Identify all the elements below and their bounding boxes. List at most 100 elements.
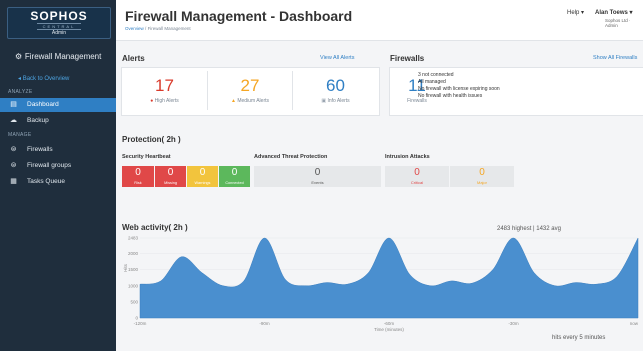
heartbeat-warnings-value: 0: [199, 167, 206, 178]
info-alerts-label: ▣ Info Alerts: [293, 98, 378, 104]
logo-admin: Admin: [51, 30, 67, 36]
sidebar: SOPHOS CENTRAL Admin ⚙ Firewall Manageme…: [0, 0, 116, 351]
user-menu[interactable]: Alan Toews ▾: [595, 9, 633, 16]
warning-icon: ▲: [230, 98, 236, 104]
atp-events-value: 0: [314, 167, 321, 178]
logo-brand: SOPHOS: [30, 9, 88, 23]
sidebar-item-label: Firewall groups: [27, 162, 72, 169]
ips-critical-tile[interactable]: 0 Critical: [385, 166, 449, 187]
heartbeat-connected-value: 0: [231, 167, 238, 178]
atp-title: Advanced Threat Protection: [254, 154, 328, 160]
chart-ytick-label: 0: [135, 316, 138, 321]
heartbeat-missing-label: Missing: [164, 181, 177, 185]
hits-note: hits every 5 minutes: [552, 335, 606, 341]
sidebar-item-tasks-queue[interactable]: ▦ Tasks Queue: [0, 175, 116, 189]
alert-high-icon: ●: [150, 98, 154, 104]
firewall-status-item: 3 not connected: [418, 72, 454, 78]
page-title: Firewall Management - Dashboard: [125, 8, 353, 24]
section-title: ⚙ Firewall Management: [0, 52, 116, 61]
view-all-alerts-link[interactable]: View All Alerts: [320, 55, 354, 61]
heartbeat-warnings-label: Warnings: [194, 181, 211, 185]
chart-xtick-label: now: [630, 321, 639, 326]
header: Firewall Management - Dashboard Overview…: [116, 0, 643, 41]
sidebar-item-backup[interactable]: ☁ Backup: [0, 114, 116, 128]
info-alerts-text: Info Alerts: [327, 98, 350, 104]
section-title-label: Firewall Management: [24, 52, 102, 61]
manage-label: MANAGE: [8, 132, 32, 138]
ips-major-label: Major: [476, 180, 487, 185]
firewall-status-list: 3 not connected All managed No firewall …: [418, 72, 500, 100]
sidebar-item-label: Tasks Queue: [27, 178, 65, 185]
logo-central: CENTRAL: [37, 23, 81, 30]
chart-xlabel: Time (minutes): [374, 327, 404, 332]
firewall-status-item: No firewall with health issues: [418, 93, 483, 99]
chart-icon: ▤: [10, 101, 17, 108]
heartbeat-missing-tile[interactable]: 0 Missing: [155, 166, 186, 187]
info-icon: ▣: [321, 98, 327, 104]
org-label: Sophos Ltd · Admin: [605, 18, 631, 28]
help-menu[interactable]: Help ▾: [567, 9, 584, 16]
firewall-management-icon: ⚙: [15, 52, 23, 61]
breadcrumb-current: Firewall Management: [147, 26, 191, 31]
heartbeat-risk-value: 0: [135, 167, 141, 178]
chart-xtick-label: -90m: [259, 321, 270, 326]
security-heartbeat-title: Security Heartbeat: [122, 154, 171, 160]
sidebar-item-firewall-groups[interactable]: ⊜ Firewall groups: [0, 159, 116, 173]
chart-ytick-label: 2483: [128, 236, 139, 241]
info-alerts-count[interactable]: 60: [293, 76, 378, 96]
firewall-status-item: All managed: [418, 79, 446, 85]
chart-xtick-label: -30m: [508, 321, 519, 326]
medium-alerts-text: Medium Alerts: [237, 98, 270, 104]
ips-critical-value: 0: [414, 167, 420, 178]
chart-xtick-label: -60m: [384, 321, 395, 326]
firewall-status-item: No firewall with license expiring soon: [418, 86, 500, 92]
tasks-icon: ▦: [10, 178, 17, 185]
chart-xtick-label: -120m: [134, 321, 147, 326]
ips-major-tile[interactable]: 0 Major: [450, 166, 514, 187]
back-label: Back to Overview: [22, 76, 70, 82]
breadcrumb-overview[interactable]: Overview: [125, 26, 144, 31]
firewall-icon: ⊜: [10, 146, 17, 153]
firewalls-title: Firewalls: [390, 54, 425, 63]
heartbeat-missing-value: 0: [167, 167, 174, 178]
show-all-firewalls-link[interactable]: Show All Firewalls: [593, 55, 637, 61]
high-alerts-text: High Alerts: [154, 98, 179, 104]
sidebar-item-firewalls[interactable]: ⊜ Firewalls: [0, 143, 116, 157]
chart-ylabel: Hits: [123, 263, 128, 271]
chart-ytick-label: 500: [130, 299, 138, 304]
high-alerts-label: ● High Alerts: [122, 98, 207, 104]
ips-critical-label: Critical: [410, 180, 424, 185]
sidebar-item-label: Dashboard: [27, 101, 59, 108]
back-to-overview-link[interactable]: ◂ Back to Overview: [18, 75, 69, 82]
intrusion-attacks-title: Intrusion Attacks: [385, 154, 430, 160]
breadcrumb: Overview / Firewall Management: [125, 26, 191, 31]
heartbeat-connected-tile[interactable]: 0 Connected: [219, 166, 250, 187]
sophos-logo[interactable]: SOPHOS CENTRAL Admin: [7, 7, 111, 39]
alerts-title: Alerts: [122, 54, 145, 63]
medium-alerts-label: ▲ Medium Alerts: [208, 98, 292, 104]
group-icon: ⊜: [10, 162, 17, 169]
protection-title: Protection( 2h ): [122, 135, 181, 144]
atp-events-tile[interactable]: 0 Events: [254, 166, 381, 187]
heartbeat-connected-label: Connected: [225, 181, 244, 185]
web-activity-chart: 2483 2000 1500 1000 500 0 -120m -90m -60m -30m no…: [123, 236, 639, 333]
sidebar-item-label: Backup: [27, 117, 49, 124]
heartbeat-risk-label: Risk: [134, 181, 142, 185]
chart-ytick-label: 2000: [128, 251, 139, 256]
chart-ytick-label: 1500: [128, 267, 139, 272]
high-alerts-count[interactable]: 17: [122, 76, 207, 96]
sidebar-item-label: Firewalls: [27, 146, 53, 153]
heartbeat-warnings-tile[interactable]: 0 Warnings: [187, 166, 218, 187]
web-activity-title: Web activity( 2h ): [122, 223, 188, 232]
chart-ytick-label: 1000: [128, 283, 139, 288]
analyze-label: ANALYZE: [8, 89, 33, 95]
sidebar-item-dashboard[interactable]: ▤ Dashboard: [0, 98, 116, 112]
cloud-icon: ☁: [10, 117, 17, 124]
atp-events-label: Events: [311, 180, 324, 185]
medium-alerts-count[interactable]: 27: [208, 76, 292, 96]
web-activity-area: [139, 237, 639, 319]
breadcrumb-separator: /: [145, 26, 147, 31]
heartbeat-risk-tile[interactable]: 0 Risk: [122, 166, 154, 187]
chevron-left-icon: ◂: [18, 76, 22, 82]
ips-major-value: 0: [479, 167, 485, 178]
